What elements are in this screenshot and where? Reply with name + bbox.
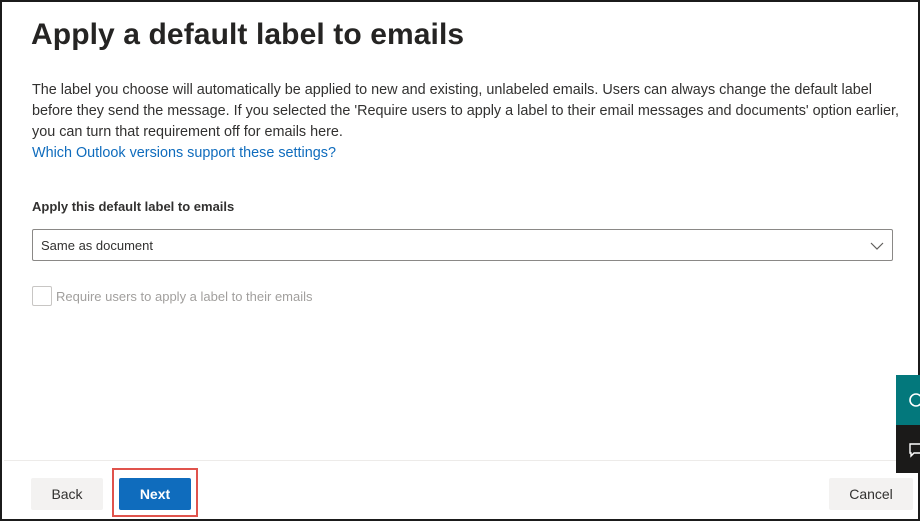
help-side-button[interactable] [896,375,920,425]
feedback-side-button[interactable] [896,425,920,473]
cancel-button[interactable]: Cancel [829,478,913,510]
feedback-icon [909,443,920,458]
page-description: The label you choose will automatically … [32,82,900,140]
require-label-checkbox[interactable] [32,286,52,306]
wizard-window: Apply a default label to emails The labe… [0,0,920,521]
dropdown-selected-value: Same as document [41,238,154,253]
next-button[interactable]: Next [119,478,191,510]
default-label-field-label: Apply this default label to emails [32,199,235,214]
outlook-versions-link[interactable]: Which Outlook versions support these set… [32,143,336,163]
require-label-checkbox-label: Require users to apply a label to their … [56,289,313,304]
help-icon [909,393,920,407]
back-button[interactable]: Back [31,478,103,510]
footer-divider [4,460,896,461]
page-title: Apply a default label to emails [31,18,465,51]
default-label-dropdown[interactable]: Same as document [32,229,893,261]
chevron-down-icon [870,242,884,250]
